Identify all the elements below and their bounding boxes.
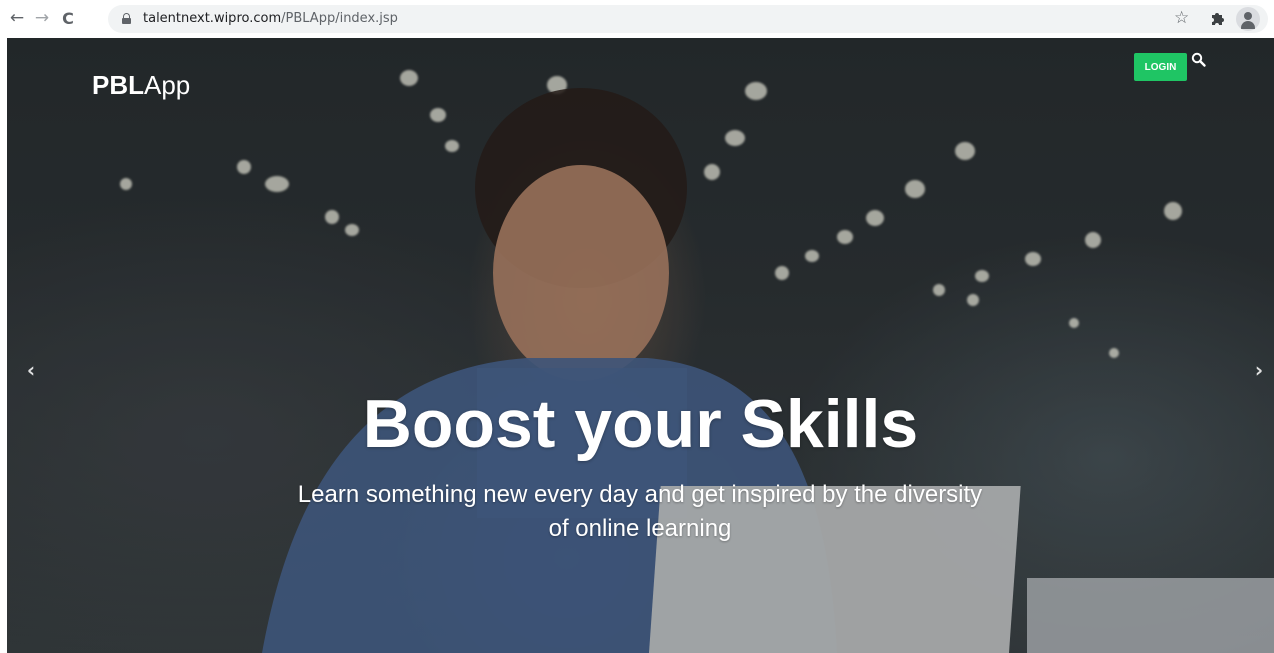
profile-avatar-icon[interactable] [1236, 7, 1260, 31]
search-icon[interactable] [1191, 52, 1207, 68]
login-button[interactable]: LOGIN [1134, 53, 1187, 81]
url-text[interactable]: talentnext.wipro.com/PBLApp/index.jsp [143, 11, 398, 26]
brand-rest-text: App [144, 70, 191, 100]
brand-logo[interactable]: PBLApp [92, 70, 190, 101]
hero-overlay [7, 38, 1274, 653]
extensions-puzzle-icon[interactable] [1208, 8, 1228, 28]
address-bar[interactable]: talentnext.wipro.com/PBLApp/index.jsp ☆ [108, 5, 1268, 33]
forward-arrow-icon[interactable]: → [31, 7, 53, 29]
brand-bold-text: PBL [92, 70, 144, 100]
url-path: /PBLApp/index.jsp [281, 11, 398, 26]
lock-icon[interactable] [122, 13, 131, 24]
hero-carousel: PBLApp LOGIN ‹ › Boost your Skills Learn… [7, 38, 1274, 653]
hero-subtitle: Learn something new every day and get in… [297, 481, 983, 542]
carousel-prev-icon[interactable]: ‹ [21, 358, 41, 382]
bookmark-star-icon[interactable]: ☆ [1174, 8, 1189, 28]
back-arrow-icon[interactable]: ← [6, 7, 28, 29]
reload-icon[interactable]: C [57, 7, 79, 29]
browser-toolbar: ← → C talentnext.wipro.com/PBLApp/index.… [0, 0, 1274, 38]
url-host: talentnext.wipro.com [143, 11, 282, 26]
hero-title: Boost your Skills [362, 386, 919, 462]
carousel-next-icon[interactable]: › [1249, 358, 1269, 382]
